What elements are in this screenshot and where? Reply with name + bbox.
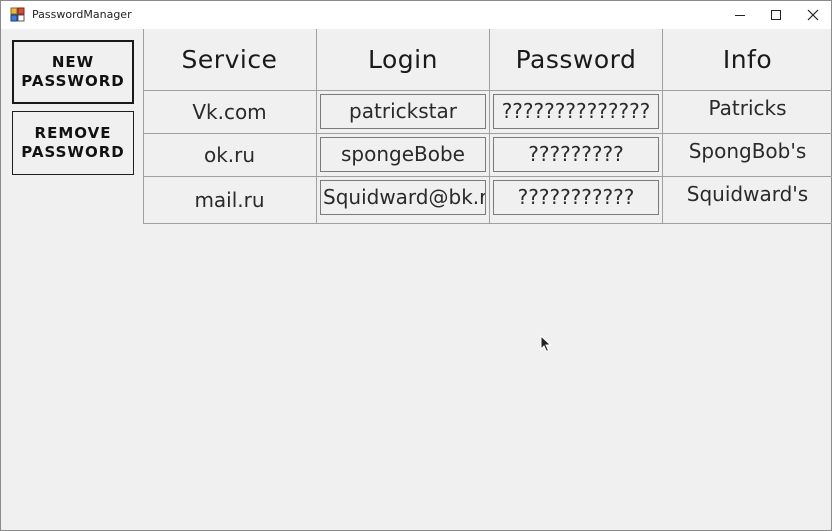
header-service: Service <box>181 45 278 74</box>
remove-password-button[interactable]: REMOVE PASSWORD <box>12 111 134 175</box>
app-window: PasswordManager NEW PASSWORD REMOVE PASS… <box>0 0 832 531</box>
title-bar: PasswordManager <box>1 1 831 29</box>
service-cell: ok.ru <box>203 143 256 167</box>
login-field[interactable]: patrickstar <box>320 94 486 129</box>
maximize-button[interactable] <box>757 1 795 29</box>
header-password: Password <box>515 45 637 74</box>
password-field[interactable]: ??????????? <box>493 180 659 215</box>
password-field[interactable]: ????????? <box>493 137 659 172</box>
minimize-button[interactable] <box>721 1 759 29</box>
maximize-icon <box>771 10 781 20</box>
info-cell: Squidward's <box>686 182 809 206</box>
service-cell: Vk.com <box>192 100 267 124</box>
service-cell: mail.ru <box>194 188 265 212</box>
info-cell: Patricks <box>708 96 787 120</box>
mouse-cursor-icon <box>540 334 552 357</box>
header-login: Login <box>368 45 438 74</box>
login-field[interactable]: Squidward@bk.ru <box>320 180 486 215</box>
close-icon <box>807 9 819 21</box>
close-button[interactable] <box>794 1 832 29</box>
minimize-icon <box>735 15 745 16</box>
password-field[interactable]: ?????????????? <box>493 94 659 129</box>
window-title: PasswordManager <box>32 8 132 21</box>
info-cell: SpongBob's <box>688 139 807 163</box>
app-icon <box>10 7 26 23</box>
login-field[interactable]: spongeBobe <box>320 137 486 172</box>
header-info: Info <box>722 45 773 74</box>
new-password-button[interactable]: NEW PASSWORD <box>12 40 134 104</box>
